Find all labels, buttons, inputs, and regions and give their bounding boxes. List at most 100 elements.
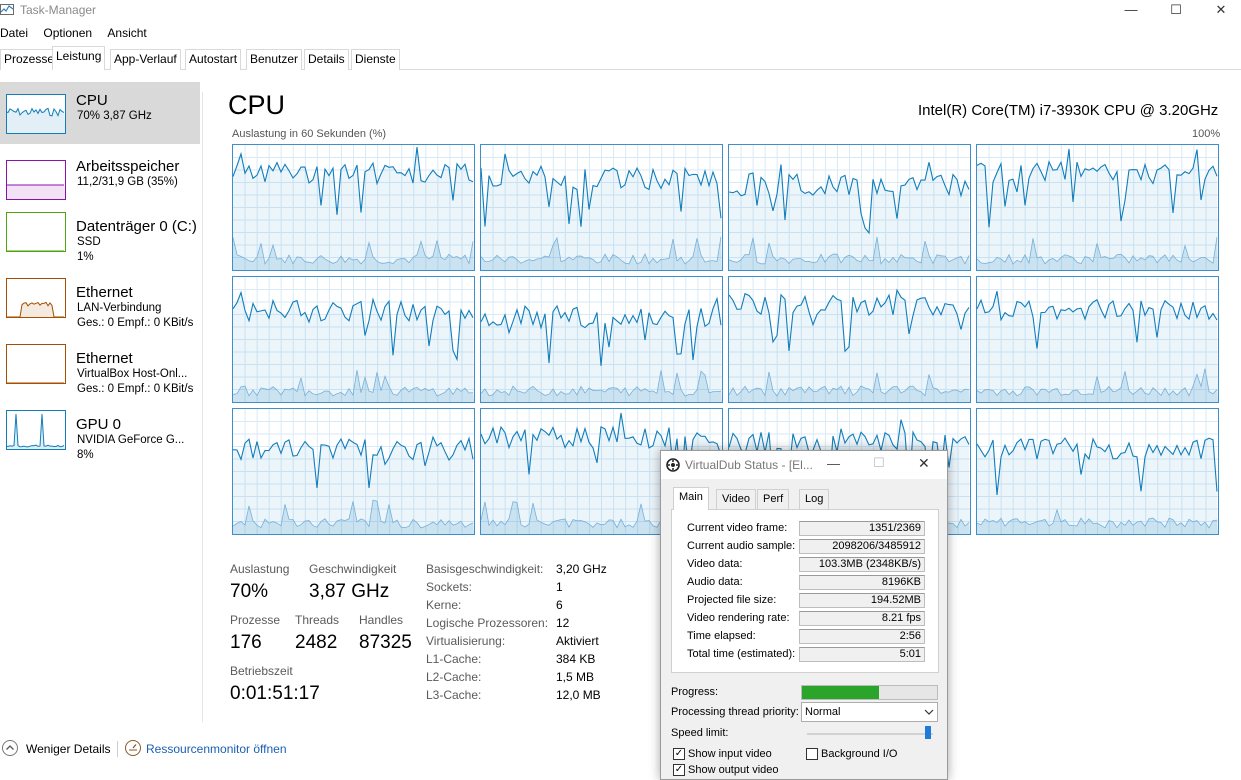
vd-field-value: 194.52MB [799,593,925,608]
vd-field-value: 8196KB [799,575,925,590]
graph-caption: Auslastung in 60 Sekunden (%) [232,128,387,140]
sidebar-item-cpu[interactable]: CPU 70% 3,87 GHz [0,82,200,144]
chevron-down-icon [924,709,934,715]
chevron-up-icon[interactable] [2,740,18,756]
menu-ansicht[interactable]: Ansicht [107,26,146,40]
detail-value: 1,5 MB [556,670,595,684]
core-graph [976,408,1219,535]
performance-sidebar: CPU 70% 3,87 GHz Arbeitsspeicher 11,2/31… [0,80,202,720]
vd-tab-main[interactable]: Main [673,487,709,510]
progress-label: Progress: [671,686,719,698]
menu-datei[interactable]: Datei [0,26,28,40]
core-graph [480,144,723,271]
disk-mini-graph [6,212,66,252]
background-io-checkbox[interactable] [806,748,818,760]
progress-bar [801,685,938,700]
virtualdub-status-dialog: VirtualDub Status - [El... — ☐ ✕ Main Vi… [660,450,948,780]
vd-main-panel: Current video frame: 1351/2369 Current a… [671,509,939,673]
sidebar-item-disk[interactable]: Datenträger 0 (C:) SSD 1% [0,208,200,270]
resource-monitor-link[interactable]: Ressourcenmonitor öffnen [146,742,287,756]
virtualdub-icon [666,458,680,472]
detail-key: L1-Cache: [426,652,482,666]
core-graph [728,276,971,403]
vd-tab-perf[interactable]: Perf [757,489,790,509]
sidebar-item-ethernet-lan[interactable]: Ethernet LAN-Verbindung Ges.: 0 Empf.: 0… [0,274,200,336]
sidebar-item-memory[interactable]: Arbeitsspeicher 11,2/31,9 GB (35%) [0,148,200,210]
sidebar-item-sub: VirtualBox Host-Onl... [77,368,188,380]
vd-tab-log[interactable]: Log [799,489,830,509]
priority-selected-value: Normal [805,706,841,718]
show-input-checkbox[interactable]: ✓ [673,748,685,760]
vd-field-label: Video rendering rate: [687,612,790,624]
speed-value: 3,87 GHz [309,581,390,602]
tab-details[interactable]: Details [304,49,349,70]
tab-prozesse[interactable]: Prozesse [0,49,59,70]
tab-dienste[interactable]: Dienste [351,49,400,70]
sidebar-item-sub2: Ges.: 0 Empf.: 0 KBit/s [77,383,194,395]
vd-field-label: Audio data: [687,576,743,588]
priority-label: Processing thread priority: [671,706,799,718]
show-input-label: Show input video [688,748,772,760]
dialog-close-button[interactable]: ✕ [918,455,930,472]
uptime-value: 0:01:51:17 [230,683,320,704]
sidebar-item-sub: LAN-Verbindung [77,302,162,314]
memory-mini-graph [6,160,66,200]
show-output-checkbox[interactable]: ✓ [673,764,685,776]
sidebar-item-gpu[interactable]: GPU 0 NVIDIA GeForce G... 8% [0,406,200,468]
detail-value: 12 [556,616,570,630]
page-title: CPU [228,90,286,120]
dialog-minimize-button[interactable]: — [827,456,840,471]
vd-field-label: Projected file size: [687,594,777,606]
detail-value: 6 [556,598,563,612]
tab-benutzer[interactable]: Benutzer [246,49,303,70]
uptime-label: Betriebszeit [230,664,293,678]
sidebar-item-title: Ethernet [76,284,133,301]
footer: Weniger Details Ressourcenmonitor öffnen [0,738,660,762]
tab-app-verlauf[interactable]: App-Verlauf [110,49,181,70]
vd-field-label: Total time (estimated): [687,648,796,660]
priority-select[interactable]: Normal [801,702,938,722]
detail-key: L3-Cache: [426,688,482,702]
menu-optionen[interactable]: Optionen [43,26,92,40]
core-graph [480,276,723,403]
detail-value: 12,0 MB [556,688,601,702]
detail-key: Logische Prozessoren: [426,616,549,630]
vd-field-value: 1351/2369 [799,521,925,536]
sidebar-item-sub: NVIDIA GeForce G... [77,434,185,446]
gpu-mini-graph [6,410,66,450]
dialog-maximize-button: ☐ [873,455,885,470]
title-bar: Task-Manager — ☐ ✕ [0,0,1241,22]
fewer-details-link[interactable]: Weniger Details [26,742,110,756]
maximize-button[interactable]: ☐ [1153,0,1199,22]
graph-max-label: 100% [1192,128,1221,140]
core-graph [232,408,475,535]
sidebar-item-title: Datenträger 0 (C:) [76,218,197,235]
sidebar-item-title: Ethernet [76,350,133,367]
sidebar-item-sub: SSD [77,236,101,248]
threads-label: Threads [295,613,340,627]
speed-limit-slider[interactable] [925,726,931,739]
sidebar-item-sub: 11,2/31,9 GB (35%) [77,176,178,188]
handles-value: 87325 [359,632,412,653]
core-graph [232,144,475,271]
ethernet-mini-graph [6,344,66,384]
detail-key: Sockets: [426,580,473,594]
core-graph [232,276,475,403]
sidebar-item-ethernet-virtualbox[interactable]: Ethernet VirtualBox Host-Onl... Ges.: 0 … [0,340,200,402]
resource-monitor-icon [125,740,141,756]
vd-field-value: 2:56 [799,629,925,644]
task-manager-icon [0,4,14,15]
sidebar-item-title: CPU [76,92,108,109]
ethernet-mini-graph [6,278,66,318]
close-button[interactable]: ✕ [1198,0,1241,22]
vd-field-value: 5:01 [799,647,925,662]
vd-field-value: 8.21 fps [799,611,925,626]
sidebar-item-sub2: Ges.: 0 Empf.: 0 KBit/s [77,317,194,329]
tab-autostart[interactable]: Autostart [185,49,242,70]
detail-value: 1 [556,580,563,594]
tab-leistung[interactable]: Leistung [52,46,106,70]
minimize-button[interactable]: — [1108,0,1154,22]
vd-tab-video[interactable]: Video [716,489,756,509]
vd-field-label: Video data: [687,558,743,570]
sidebar-divider [202,92,203,722]
